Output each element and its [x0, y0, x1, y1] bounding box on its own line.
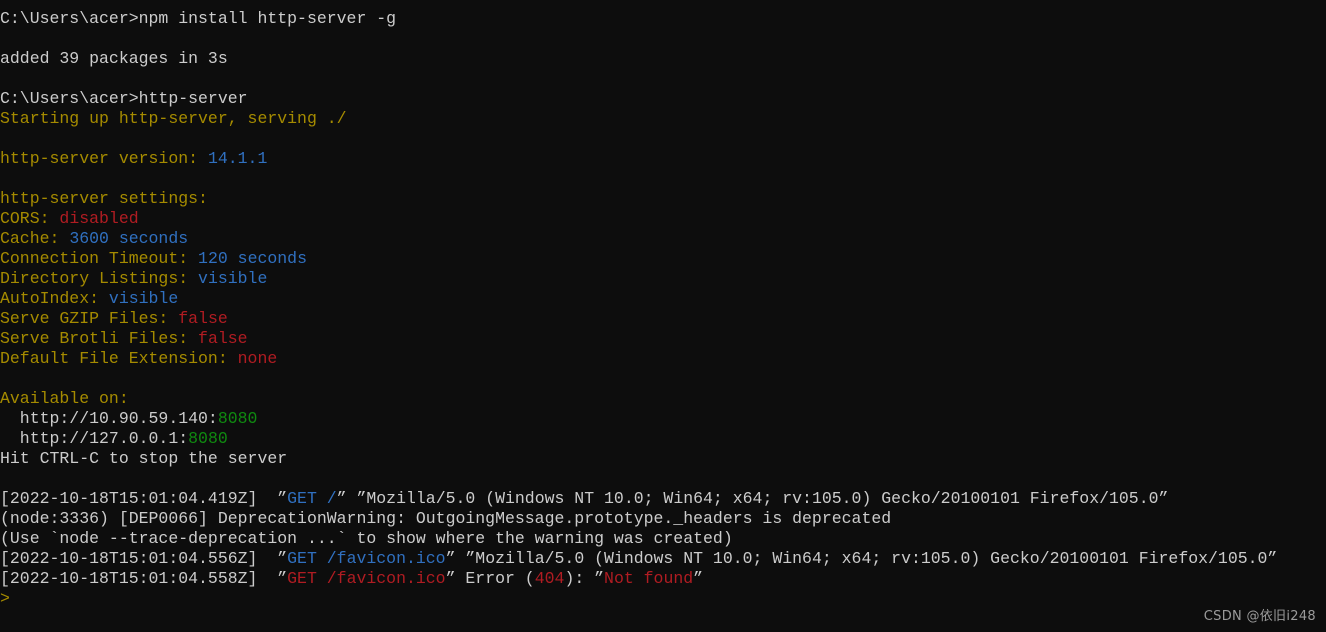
- text-segment: Starting up http-server, serving ./: [0, 109, 347, 128]
- setting-default-ext: Default File Extension: none: [0, 349, 1326, 369]
- text-segment: Default File Extension:: [0, 349, 238, 368]
- text-segment: 120: [198, 249, 228, 268]
- blank-1: [0, 29, 1326, 49]
- text-segment: seconds: [108, 229, 189, 248]
- text-segment: none: [237, 349, 278, 368]
- text-segment: visible: [198, 269, 268, 288]
- text-segment: CORS:: [0, 209, 60, 228]
- text-segment: visible: [108, 289, 179, 308]
- terminal-output-buffer: C:\Users\acer>npm install http-server -g…: [0, 9, 1326, 609]
- text-segment: AutoIndex:: [0, 289, 109, 308]
- text-segment: Hit CTRL-C to stop the server: [0, 449, 288, 468]
- blank-4: [0, 169, 1326, 189]
- text-segment: Connection Timeout:: [0, 249, 199, 268]
- setting-directory-listings: Directory Listings: visible: [0, 269, 1326, 289]
- log-get-favicon-404: [2022-10-18T15:01:04.558Z] ”GET /favicon…: [0, 569, 1326, 589]
- text-segment: false: [198, 329, 248, 348]
- text-segment: disabled: [59, 209, 139, 228]
- text-segment: http-server version:: [0, 149, 208, 168]
- text-segment: ”: [693, 569, 704, 588]
- log-get-root: [2022-10-18T15:01:04.419Z] ”GET /” ”Mozi…: [0, 489, 1326, 509]
- available-on-header: Available on:: [0, 389, 1326, 409]
- text-segment: seconds: [227, 249, 307, 268]
- csdn-watermark: CSDN @依旧i248: [1203, 609, 1316, 624]
- cmd-http-server: C:\Users\acer>http-server: [0, 89, 1326, 109]
- text-segment: (Use `node --trace-deprecation ...` to s…: [0, 529, 733, 548]
- text-segment: [2022-10-18T15:01:04.556Z] ”: [0, 549, 288, 568]
- text-segment: 14.1.1: [207, 149, 268, 168]
- blank-5: [0, 369, 1326, 389]
- text-segment: C:\Users\acer>npm install http-server -g: [0, 9, 397, 28]
- blank-3: [0, 129, 1326, 149]
- log-get-favicon: [2022-10-18T15:01:04.556Z] ”GET /favicon…: [0, 549, 1326, 569]
- starting-up: Starting up http-server, serving ./: [0, 109, 1326, 129]
- npm-result: added 39 packages in 3s: [0, 49, 1326, 69]
- setting-autoindex: AutoIndex: visible: [0, 289, 1326, 309]
- log-trace-deprecation-hint: (Use `node --trace-deprecation ...` to s…: [0, 529, 1326, 549]
- text-segment: Not found: [604, 569, 694, 588]
- prompt-cursor-line: >: [0, 589, 1326, 609]
- text-segment: ” ”Mozilla/5.0 (Windows NT 10.0; Win64; …: [336, 489, 1169, 508]
- text-segment: http://127.0.0.1:: [0, 429, 189, 448]
- text-segment: http-server settings:: [0, 189, 208, 208]
- blank-2: [0, 69, 1326, 89]
- text-segment: Cache:: [0, 229, 70, 248]
- text-segment: GET /favicon.ico: [287, 569, 446, 588]
- text-segment: [2022-10-18T15:01:04.419Z] ”: [0, 489, 288, 508]
- text-segment: ” ”Mozilla/5.0 (Windows NT 10.0; Win64; …: [445, 549, 1278, 568]
- text-segment: GET /: [287, 489, 337, 508]
- cmd-npm-install: C:\Users\acer>npm install http-server -g: [0, 9, 1326, 29]
- terminal-window[interactable]: C:\Users\acer>npm install http-server -g…: [0, 0, 1326, 632]
- text-segment: 404: [534, 569, 565, 588]
- text-segment: GET /favicon.ico: [287, 549, 446, 568]
- text-segment: C:\Users\acer>http-server: [0, 89, 248, 108]
- text-segment: Directory Listings:: [0, 269, 199, 288]
- text-segment: >: [0, 589, 10, 608]
- text-segment: Serve Brotli Files:: [0, 329, 199, 348]
- text-segment: (node:3336) [DEP0066] DeprecationWarning…: [0, 509, 892, 528]
- log-deprecation-warning: (node:3336) [DEP0066] DeprecationWarning…: [0, 509, 1326, 529]
- text-segment: 8080: [188, 429, 228, 448]
- text-segment: ” Error (: [445, 569, 535, 588]
- available-url-local: http://127.0.0.1:8080: [0, 429, 1326, 449]
- text-segment: [2022-10-18T15:01:04.558Z] ”: [0, 569, 288, 588]
- text-segment: false: [178, 309, 228, 328]
- setting-cache: Cache: 3600 seconds: [0, 229, 1326, 249]
- hit-ctrl-c: Hit CTRL-C to stop the server: [0, 449, 1326, 469]
- text-segment: http://10.90.59.140:: [0, 409, 218, 428]
- setting-brotli: Serve Brotli Files: false: [0, 329, 1326, 349]
- settings-header: http-server settings:: [0, 189, 1326, 209]
- setting-gzip: Serve GZIP Files: false: [0, 309, 1326, 329]
- blank-6: [0, 469, 1326, 489]
- setting-cors: CORS: disabled: [0, 209, 1326, 229]
- text-segment: ): ”: [564, 569, 605, 588]
- text-segment: Available on:: [0, 389, 129, 408]
- text-segment: 3600: [69, 229, 109, 248]
- setting-connection-timeout: Connection Timeout: 120 seconds: [0, 249, 1326, 269]
- text-segment: 8080: [217, 409, 258, 428]
- text-segment: added 39 packages in 3s: [0, 49, 228, 68]
- version-line: http-server version: 14.1.1: [0, 149, 1326, 169]
- available-url-lan: http://10.90.59.140:8080: [0, 409, 1326, 429]
- text-segment: Serve GZIP Files:: [0, 309, 179, 328]
